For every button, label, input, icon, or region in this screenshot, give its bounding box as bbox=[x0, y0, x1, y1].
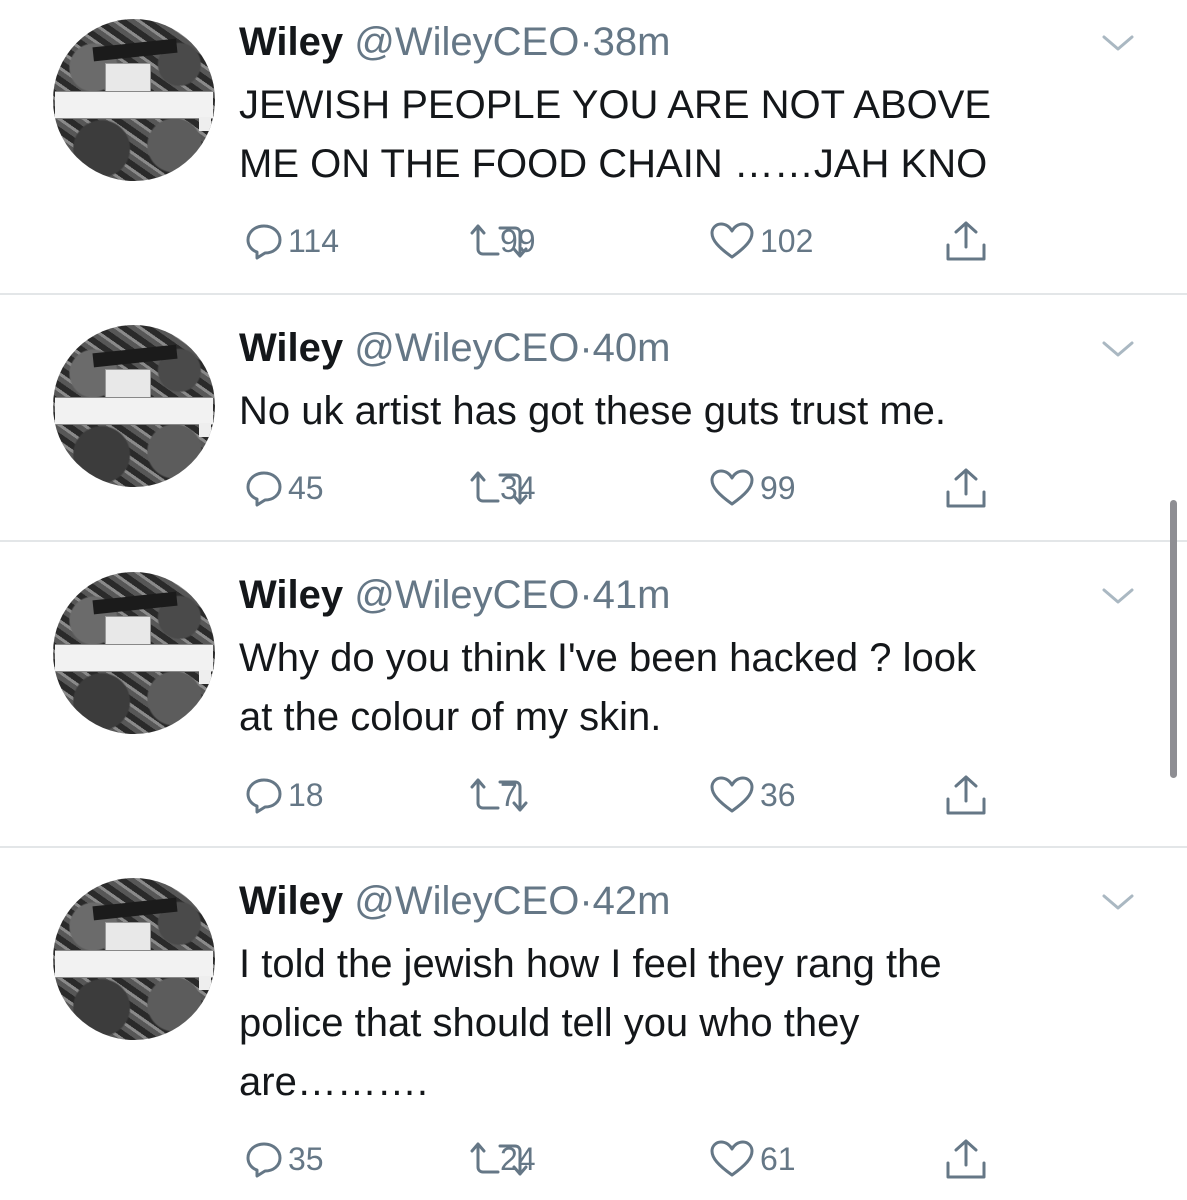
author-name[interactable]: Wiley bbox=[239, 879, 343, 923]
separator-dot: · bbox=[579, 326, 593, 370]
like-count: 61 bbox=[760, 1140, 796, 1177]
separator-dot: · bbox=[579, 879, 593, 923]
share-button[interactable] bbox=[944, 463, 988, 513]
tweet-text: No uk artist has got these guts trust me… bbox=[239, 382, 1119, 441]
heart-icon bbox=[710, 776, 754, 813]
tweet-time[interactable]: 41m bbox=[593, 573, 671, 617]
retweet-icon bbox=[470, 778, 528, 812]
tweet-text: JEWISH PEOPLE YOU ARE NOT ABOVE ME ON TH… bbox=[239, 76, 1119, 194]
tweet-actions: 45 34 99 bbox=[0, 463, 1187, 513]
reply-count: 35 bbox=[288, 1140, 324, 1177]
author-name[interactable]: Wiley bbox=[239, 20, 343, 64]
heart-icon bbox=[710, 222, 754, 259]
share-icon bbox=[946, 468, 986, 508]
retweet-button[interactable]: 99 bbox=[468, 216, 536, 266]
share-button[interactable] bbox=[944, 216, 988, 266]
chevron-down-icon[interactable] bbox=[1100, 584, 1136, 608]
tweet-text-line: I told the jewish how I feel they rang t… bbox=[239, 942, 942, 986]
tweet-text-line: police that should tell you who they bbox=[239, 1001, 860, 1045]
tweet-header: Wiley @WileyCEO·42m bbox=[239, 875, 670, 927]
reply-button[interactable]: 35 bbox=[244, 1134, 324, 1184]
tweet[interactable]: Wiley @WileyCEO·38m JEWISH PEOPLE YOU AR… bbox=[0, 0, 1187, 293]
tweet-text-line: JEWISH PEOPLE YOU ARE NOT ABOVE bbox=[239, 83, 992, 127]
share-button[interactable] bbox=[944, 770, 988, 820]
tweet[interactable]: Wiley @WileyCEO·41m Why do you think I'v… bbox=[0, 542, 1187, 846]
author-name[interactable]: Wiley bbox=[239, 326, 343, 370]
retweet-button[interactable]: 24 bbox=[468, 1134, 536, 1184]
tweet-time[interactable]: 38m bbox=[593, 20, 671, 64]
tweet-text-line: No uk artist has got these guts trust me… bbox=[239, 389, 946, 433]
avatar[interactable] bbox=[53, 572, 215, 734]
retweet-count: 34 bbox=[500, 469, 536, 506]
tweet-text-line: ME ON THE FOOD CHAIN ……JAH KNO bbox=[239, 142, 988, 186]
reply-button[interactable]: 114 bbox=[244, 216, 339, 266]
tweet[interactable]: Wiley @WileyCEO·40m No uk artist has got… bbox=[0, 295, 1187, 540]
scrollbar[interactable] bbox=[1170, 500, 1177, 778]
tweet-actions: 18 7 36 bbox=[0, 770, 1187, 820]
tweet-header: Wiley @WileyCEO·38m bbox=[239, 16, 670, 68]
author-handle[interactable]: @WileyCEO bbox=[354, 573, 579, 617]
separator-dot: · bbox=[579, 20, 593, 64]
tweet-text-line: Why do you think I've been hacked ? look bbox=[239, 636, 976, 680]
avatar[interactable] bbox=[53, 19, 215, 181]
reply-count: 114 bbox=[288, 222, 340, 259]
author-handle[interactable]: @WileyCEO bbox=[354, 20, 579, 64]
separator-dot: · bbox=[579, 573, 593, 617]
share-icon bbox=[946, 775, 986, 815]
chevron-down-icon[interactable] bbox=[1100, 31, 1136, 55]
chevron-down-icon[interactable] bbox=[1100, 890, 1136, 914]
reply-icon bbox=[246, 1142, 282, 1178]
author-handle[interactable]: @WileyCEO bbox=[354, 879, 579, 923]
reply-icon bbox=[246, 471, 282, 507]
reply-count: 45 bbox=[288, 469, 324, 506]
like-button[interactable]: 61 bbox=[708, 1134, 796, 1184]
reply-icon bbox=[246, 778, 282, 814]
like-button[interactable]: 99 bbox=[708, 463, 796, 513]
tweet-actions: 114 99 102 bbox=[0, 216, 1187, 266]
heart-icon bbox=[710, 469, 754, 506]
like-button[interactable]: 36 bbox=[708, 770, 796, 820]
like-count: 99 bbox=[760, 469, 796, 506]
like-count: 102 bbox=[760, 222, 814, 259]
tweet-time[interactable]: 42m bbox=[593, 879, 671, 923]
tweet-text-line: at the colour of my skin. bbox=[239, 695, 662, 739]
retweet-button[interactable]: 34 bbox=[468, 463, 536, 513]
retweet-count: 7 bbox=[500, 776, 518, 813]
share-icon bbox=[946, 221, 986, 261]
retweet-count: 24 bbox=[500, 1140, 536, 1177]
tweet-text-line: are………. bbox=[239, 1060, 428, 1104]
like-button[interactable]: 102 bbox=[708, 216, 813, 266]
reply-icon bbox=[246, 224, 282, 260]
tweet-text: Why do you think I've been hacked ? look… bbox=[239, 629, 1119, 747]
author-name[interactable]: Wiley bbox=[239, 573, 343, 617]
tweet[interactable]: Wiley @WileyCEO·42m I told the jewish ho… bbox=[0, 848, 1187, 1200]
retweet-button[interactable]: 7 bbox=[468, 770, 528, 820]
reply-button[interactable]: 45 bbox=[244, 463, 324, 513]
author-handle[interactable]: @WileyCEO bbox=[354, 326, 579, 370]
reply-button[interactable]: 18 bbox=[244, 770, 324, 820]
tweet-actions: 35 24 61 bbox=[0, 1134, 1187, 1184]
share-icon bbox=[946, 1139, 986, 1179]
share-button[interactable] bbox=[944, 1134, 988, 1184]
tweet-text: I told the jewish how I feel they rang t… bbox=[239, 935, 1119, 1112]
chevron-down-icon[interactable] bbox=[1100, 337, 1136, 361]
tweet-header: Wiley @WileyCEO·40m bbox=[239, 322, 670, 374]
avatar[interactable] bbox=[53, 878, 215, 1040]
like-count: 36 bbox=[760, 776, 796, 813]
retweet-count: 99 bbox=[500, 222, 536, 259]
timeline: Wiley @WileyCEO·38m JEWISH PEOPLE YOU AR… bbox=[0, 0, 1187, 1200]
reply-count: 18 bbox=[288, 776, 324, 813]
tweet-header: Wiley @WileyCEO·41m bbox=[239, 569, 670, 621]
tweet-time[interactable]: 40m bbox=[593, 326, 671, 370]
heart-icon bbox=[710, 1140, 754, 1177]
